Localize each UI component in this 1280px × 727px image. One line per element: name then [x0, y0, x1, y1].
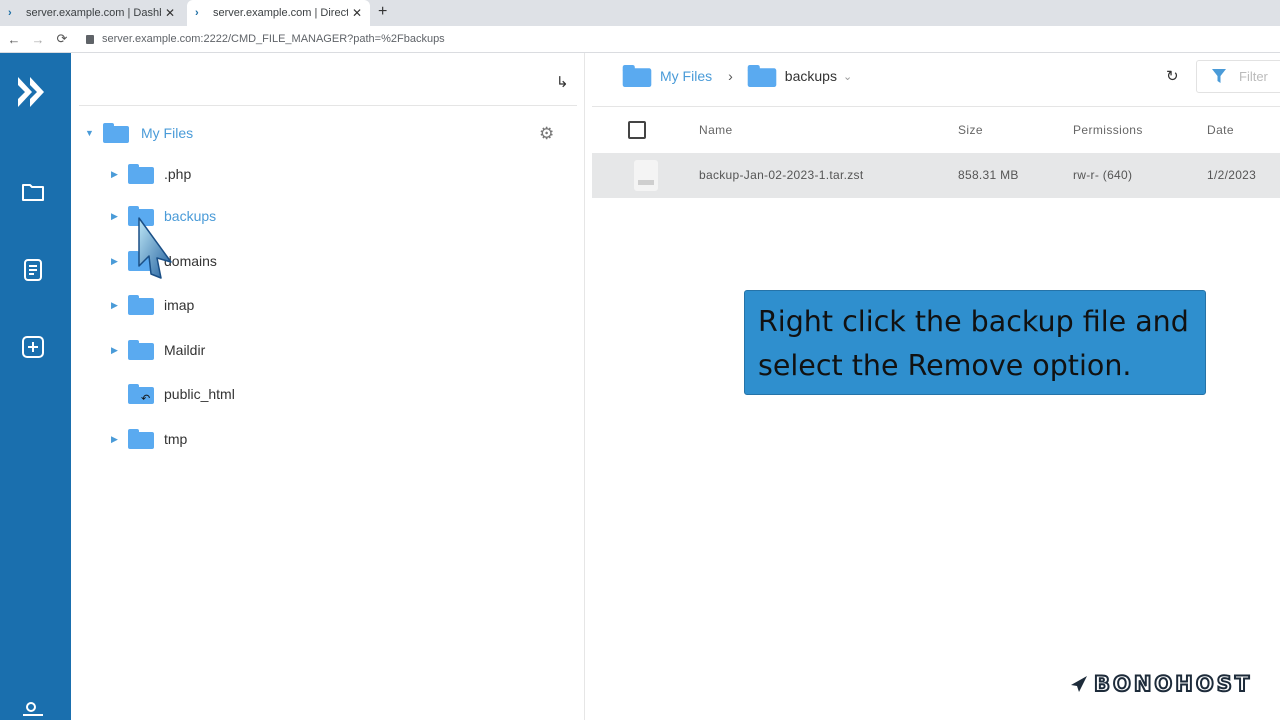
mouse-cursor-icon: [138, 217, 172, 279]
folder-icon: [622, 65, 652, 87]
collapse-panel-icon[interactable]: ↳: [556, 73, 569, 91]
folder-symlink-icon: ↶: [128, 384, 154, 405]
gear-icon[interactable]: ⚙: [539, 124, 554, 144]
folder-icon: [128, 295, 154, 315]
filter-placeholder: Filter: [1239, 69, 1268, 84]
file-date: 1/2/2023: [1207, 168, 1257, 182]
bonohost-logo-icon: [1071, 676, 1087, 692]
column-name[interactable]: Name: [699, 123, 733, 137]
breadcrumb-backups[interactable]: backups: [785, 68, 837, 84]
document-nav-icon[interactable]: [20, 257, 46, 283]
url-text: server.example.com:2222/CMD_FILE_MANAGER…: [102, 33, 445, 45]
folder-icon: [747, 65, 777, 87]
caret-right-icon[interactable]: ▶: [111, 256, 121, 267]
caret-right-icon[interactable]: ▶: [111, 169, 121, 180]
folder-icon: [128, 429, 154, 449]
address-bar: ← → ⟳ server.example.com:2222/CMD_FILE_M…: [0, 26, 1280, 53]
folder-tree-panel: ↳ ▼ My Files ⚙ ▶ .php ▶ backups ▶ domain…: [71, 53, 585, 720]
browser-tab-file-manager[interactable]: › server.example.com | DirectAdmin ✕: [187, 0, 370, 26]
folder-icon: [128, 340, 154, 360]
chevron-down-icon[interactable]: ⌄: [843, 70, 852, 83]
tree-item-php[interactable]: ▶ .php: [111, 159, 191, 189]
app-sidebar: [0, 53, 71, 720]
tree-item-imap[interactable]: ▶ imap: [111, 290, 194, 320]
annotation-line-1: Right click the backup file and: [758, 305, 1189, 338]
annotation-line-2: select the Remove option.: [758, 349, 1132, 382]
filter-input[interactable]: Filter: [1196, 60, 1280, 93]
folder-icon: [128, 164, 154, 184]
brand-name: BONOHOST: [1093, 671, 1253, 697]
tutorial-annotation: Right click the backup file and select t…: [744, 290, 1206, 395]
tab-title: server.example.com | DirectAdmin: [213, 7, 348, 19]
table-row[interactable]: backup-Jan-02-2023-1.tar.zst 858.31 MB r…: [592, 153, 1280, 198]
file-size: 858.31 MB: [958, 168, 1019, 182]
refresh-icon[interactable]: ↻: [1166, 67, 1179, 85]
folder-nav-icon[interactable]: [20, 179, 46, 205]
breadcrumb-separator-icon: ›: [728, 68, 733, 84]
browser-tab-dashboard[interactable]: › server.example.com | Dashboard ✕: [0, 0, 183, 26]
caret-down-icon[interactable]: ▼: [85, 128, 95, 138]
tree-item-public-html[interactable]: ↶ public_html: [111, 379, 235, 409]
back-icon[interactable]: ←: [4, 32, 24, 47]
folder-icon: [103, 123, 129, 143]
tree-item-maildir[interactable]: ▶ Maildir: [111, 335, 205, 365]
column-size[interactable]: Size: [958, 123, 983, 137]
lock-icon: [86, 34, 94, 44]
caret-right-icon[interactable]: ▶: [111, 434, 121, 445]
caret-right-icon[interactable]: ▶: [111, 345, 121, 356]
column-date[interactable]: Date: [1207, 123, 1234, 137]
directadmin-favicon-icon: ›: [195, 7, 199, 19]
bonohost-watermark: BONOHOST: [1070, 671, 1253, 697]
caret-right-icon[interactable]: ▶: [111, 300, 121, 311]
table-header: Name Size Permissions Date: [592, 106, 1280, 153]
symlink-arrow-icon: ↶: [141, 393, 151, 405]
tree-root-my-files[interactable]: ▼ My Files: [85, 118, 193, 148]
new-tab-button[interactable]: +: [378, 3, 387, 21]
tree-item-label: public_html: [164, 386, 235, 402]
tree-item-label: .php: [164, 166, 192, 182]
tree-item-label: imap: [164, 297, 195, 313]
archive-file-icon: [634, 160, 658, 191]
directadmin-favicon-icon: ›: [8, 7, 12, 19]
caret-right-icon[interactable]: ▶: [111, 211, 121, 222]
divider: [79, 105, 577, 106]
tree-item-label: tmp: [164, 431, 188, 447]
filter-funnel-icon: [1212, 69, 1226, 83]
column-permissions[interactable]: Permissions: [1073, 123, 1143, 137]
tree-item-label: Maildir: [164, 342, 206, 358]
settings-sliders-icon[interactable]: [20, 701, 46, 727]
tab-title: server.example.com | Dashboard: [26, 7, 161, 19]
directadmin-logo-icon: [18, 77, 44, 107]
reload-icon[interactable]: ⟳: [52, 31, 72, 47]
breadcrumb: My Files › backups ⌄: [622, 63, 852, 89]
select-all-checkbox[interactable]: [628, 121, 646, 139]
file-name[interactable]: backup-Jan-02-2023-1.tar.zst: [699, 168, 864, 182]
tab-close-icon[interactable]: ✕: [352, 6, 362, 20]
add-nav-icon[interactable]: [20, 334, 46, 360]
tree-item-tmp[interactable]: ▶ tmp: [111, 424, 187, 454]
file-permissions: rw-r- (640): [1073, 168, 1133, 182]
browser-tab-bar: › server.example.com | Dashboard ✕ › ser…: [0, 0, 1280, 26]
tab-close-icon[interactable]: ✕: [165, 6, 175, 20]
url-field[interactable]: server.example.com:2222/CMD_FILE_MANAGER…: [86, 33, 445, 45]
forward-icon[interactable]: →: [28, 32, 48, 47]
breadcrumb-my-files[interactable]: My Files: [660, 68, 712, 84]
tree-root-label: My Files: [141, 125, 194, 141]
